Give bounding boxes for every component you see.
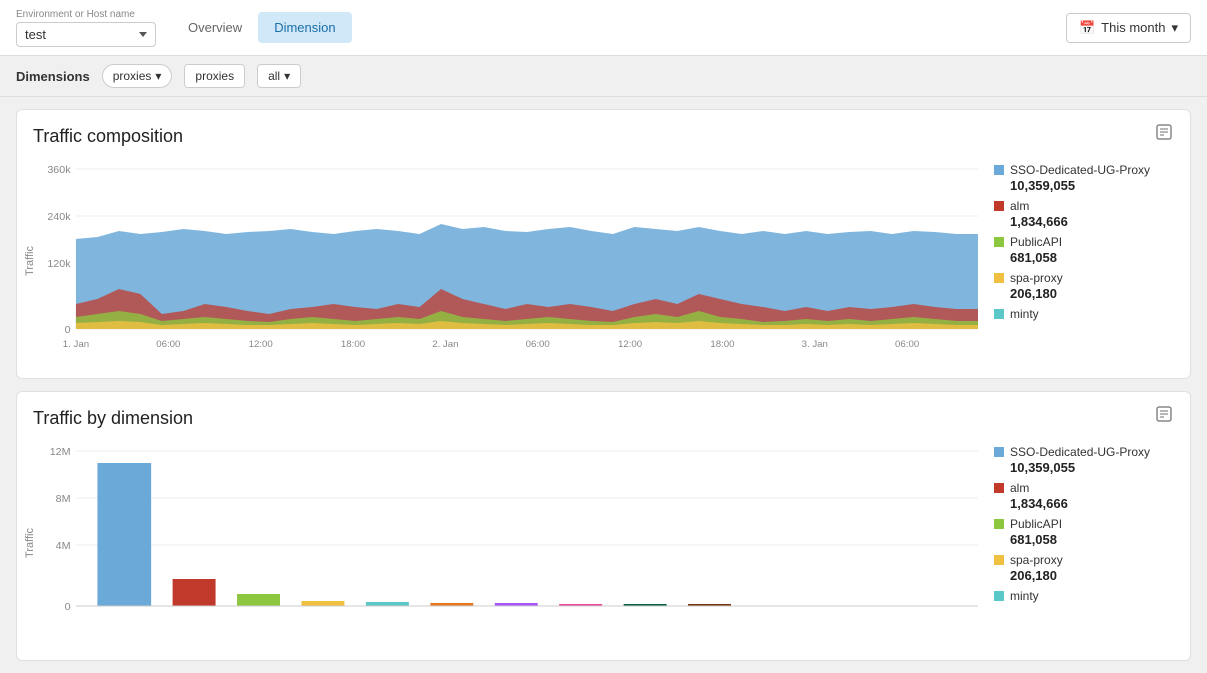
- legend-item-sso: SSO-Dedicated-UG-Proxy 10,359,055: [994, 163, 1174, 193]
- dimension-filter-2-label: proxies: [195, 69, 234, 83]
- main-content: Traffic composition Traffic: [0, 97, 1207, 673]
- svg-text:8M: 8M: [56, 494, 71, 505]
- svg-text:06:00: 06:00: [895, 339, 919, 349]
- svg-text:12:00: 12:00: [249, 339, 273, 349]
- traffic-composition-svg: 360k 240k 120k 0 1. Jan 06:00 12:00: [33, 159, 978, 359]
- legend-item-publicapi: PublicAPI 681,058: [994, 235, 1174, 265]
- tbd-legend-color-spaproxy: [994, 555, 1004, 565]
- svg-text:1. Jan: 1. Jan: [63, 339, 89, 349]
- traffic-composition-title: Traffic composition: [33, 126, 183, 147]
- svg-text:06:00: 06:00: [156, 339, 180, 349]
- bar-minty[interactable]: [366, 602, 409, 606]
- dimension-filter-1[interactable]: proxies ▾: [102, 64, 173, 88]
- tbd-legend-name-spaproxy: spa-proxy: [1010, 553, 1063, 567]
- tbd-legend-item-spaproxy: spa-proxy 206,180: [994, 553, 1174, 583]
- tbd-legend-color-minty: [994, 591, 1004, 601]
- legend-value-alm: 1,834,666: [1010, 214, 1174, 229]
- svg-text:120k: 120k: [47, 259, 71, 270]
- legend-name-alm: alm: [1010, 199, 1029, 213]
- legend-name-spaproxy: spa-proxy: [1010, 271, 1063, 285]
- traffic-composition-chart-area: Traffic 360k 240k 120k 0: [33, 159, 1174, 362]
- tc-y-axis-label: Traffic: [24, 246, 36, 276]
- tab-dimension[interactable]: Dimension: [258, 12, 351, 43]
- tbd-legend-value-sso: 10,359,055: [1010, 460, 1174, 475]
- svg-text:06:00: 06:00: [526, 339, 550, 349]
- tbd-legend-name-sso: SSO-Dedicated-UG-Proxy: [1010, 445, 1150, 459]
- traffic-by-dimension-export-icon[interactable]: [1154, 404, 1174, 427]
- dimension-filter-all-chevron: ▾: [284, 69, 290, 83]
- tab-bar: Overview Dimension: [172, 12, 352, 43]
- dimension-filter-1-label: proxies: [113, 69, 152, 83]
- tbd-legend-color-alm: [994, 483, 1004, 493]
- tbd-legend-color-sso: [994, 447, 1004, 457]
- bar-sso[interactable]: [97, 463, 151, 606]
- dimensions-bar: Dimensions proxies ▾ proxies all ▾: [0, 56, 1207, 97]
- traffic-by-dimension-chart-area: Traffic 12M 8M 4M 0: [33, 441, 1174, 644]
- svg-text:0: 0: [65, 602, 71, 613]
- legend-item-minty: minty: [994, 307, 1174, 321]
- traffic-by-dimension-card: Traffic by dimension Traffic: [16, 391, 1191, 661]
- traffic-by-dimension-legend: SSO-Dedicated-UG-Proxy 10,359,055 alm 1,…: [994, 441, 1174, 644]
- tbd-legend-item-publicapi: PublicAPI 681,058: [994, 517, 1174, 547]
- legend-value-sso: 10,359,055: [1010, 178, 1174, 193]
- tbd-legend-item-minty: minty: [994, 589, 1174, 603]
- bar-publicapi[interactable]: [237, 594, 280, 606]
- tbd-legend-value-alm: 1,834,666: [1010, 496, 1174, 511]
- env-selector: Environment or Host name test: [16, 9, 156, 47]
- bar-spaproxy[interactable]: [301, 601, 344, 606]
- dimensions-label: Dimensions: [16, 69, 90, 84]
- tbd-legend-value-publicapi: 681,058: [1010, 532, 1174, 547]
- tbd-legend-name-minty: minty: [1010, 589, 1039, 603]
- legend-name-publicapi: PublicAPI: [1010, 235, 1062, 249]
- legend-color-sso: [994, 165, 1004, 175]
- legend-color-minty: [994, 309, 1004, 319]
- tbd-y-axis-label: Traffic: [24, 528, 36, 558]
- svg-text:2. Jan: 2. Jan: [432, 339, 458, 349]
- date-range-label: This month: [1101, 20, 1165, 35]
- legend-value-publicapi: 681,058: [1010, 250, 1174, 265]
- dimension-filter-2: proxies: [184, 64, 245, 88]
- svg-text:18:00: 18:00: [341, 339, 365, 349]
- legend-value-spaproxy: 206,180: [1010, 286, 1174, 301]
- env-value: test: [25, 27, 135, 42]
- svg-text:360k: 360k: [47, 165, 71, 176]
- date-range-button[interactable]: 📅 This month ▾: [1066, 13, 1191, 43]
- legend-color-spaproxy: [994, 273, 1004, 283]
- svg-text:4M: 4M: [56, 541, 71, 552]
- dimension-filter-1-chevron: ▾: [155, 69, 161, 83]
- svg-text:18:00: 18:00: [710, 339, 734, 349]
- tbd-legend-color-publicapi: [994, 519, 1004, 529]
- traffic-by-dimension-svg: 12M 8M 4M 0: [33, 441, 978, 641]
- date-chevron-icon: ▾: [1171, 20, 1178, 36]
- env-chevron-icon: [139, 32, 147, 37]
- traffic-composition-legend: SSO-Dedicated-UG-Proxy 10,359,055 alm 1,…: [994, 159, 1174, 362]
- legend-name-minty: minty: [1010, 307, 1039, 321]
- bar-alm[interactable]: [173, 579, 216, 606]
- legend-color-alm: [994, 201, 1004, 211]
- traffic-by-dimension-title: Traffic by dimension: [33, 408, 193, 429]
- svg-text:0: 0: [65, 325, 71, 336]
- legend-name-sso: SSO-Dedicated-UG-Proxy: [1010, 163, 1150, 177]
- tbd-legend-item-alm: alm 1,834,666: [994, 481, 1174, 511]
- svg-text:3. Jan: 3. Jan: [802, 339, 828, 349]
- dimension-filter-all-label: all: [268, 69, 280, 83]
- tbd-legend-name-alm: alm: [1010, 481, 1029, 495]
- tbd-legend-name-publicapi: PublicAPI: [1010, 517, 1062, 531]
- env-label: Environment or Host name: [16, 9, 156, 20]
- tbd-legend-value-spaproxy: 206,180: [1010, 568, 1174, 583]
- legend-item-alm: alm 1,834,666: [994, 199, 1174, 229]
- legend-item-spaproxy: spa-proxy 206,180: [994, 271, 1174, 301]
- dimension-filter-all[interactable]: all ▾: [257, 64, 301, 88]
- svg-text:12M: 12M: [50, 447, 71, 458]
- calendar-icon: 📅: [1079, 20, 1095, 36]
- svg-text:12:00: 12:00: [618, 339, 642, 349]
- traffic-composition-card: Traffic composition Traffic: [16, 109, 1191, 379]
- legend-color-publicapi: [994, 237, 1004, 247]
- tab-overview[interactable]: Overview: [172, 12, 258, 43]
- env-dropdown[interactable]: test: [16, 22, 156, 47]
- tbd-legend-item-sso: SSO-Dedicated-UG-Proxy 10,359,055: [994, 445, 1174, 475]
- traffic-composition-export-icon[interactable]: [1154, 122, 1174, 145]
- svg-text:240k: 240k: [47, 212, 71, 223]
